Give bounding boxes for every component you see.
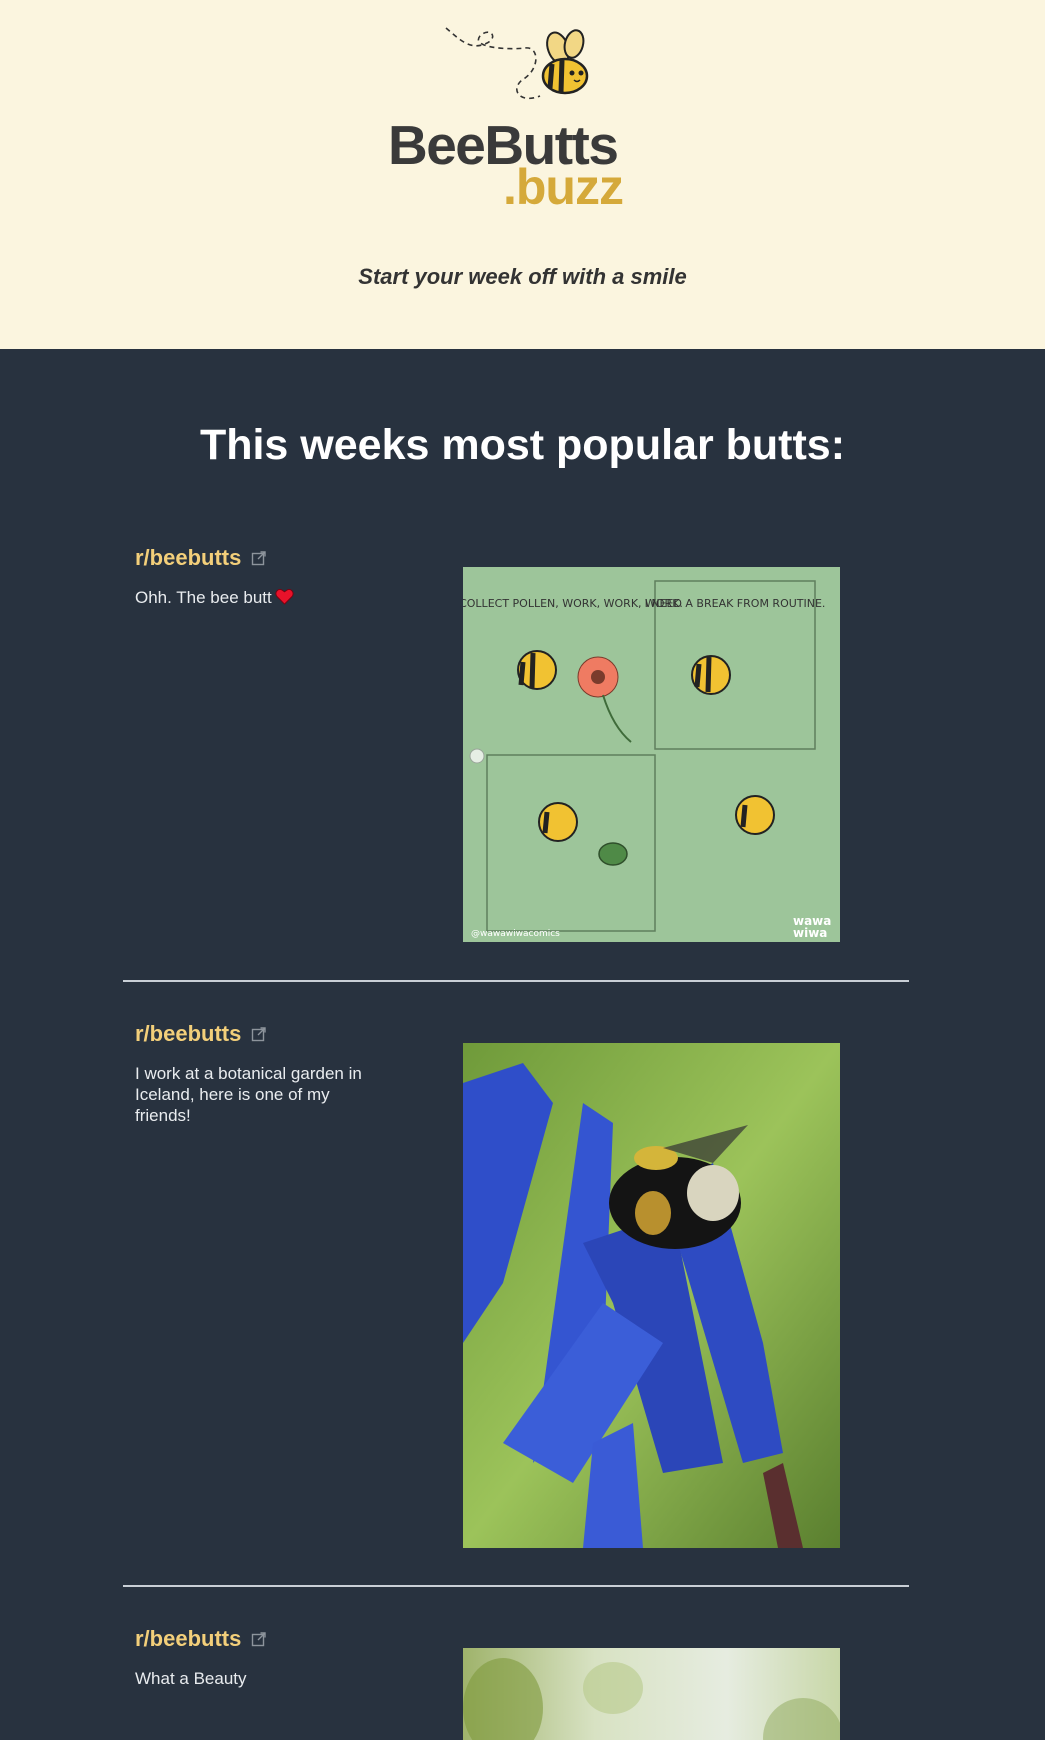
post-text: What a Beauty	[135, 1669, 247, 1688]
subreddit-label: r/beebutts	[135, 545, 242, 570]
subreddit-label: r/beebutts	[135, 1021, 242, 1046]
subreddit-label: r/beebutts	[135, 1626, 242, 1651]
comic-brand-line2: wiwa	[793, 926, 827, 940]
subreddit-link[interactable]: r/beebutts	[135, 545, 267, 571]
comic-credit: @wawawiwacomics	[471, 929, 560, 939]
bee-photo	[463, 1043, 840, 1548]
heart-icon	[275, 589, 294, 605]
divider	[123, 1585, 909, 1587]
bee-photo	[463, 1648, 840, 1740]
post-image[interactable]	[463, 1043, 840, 1548]
newsletter-header: BeeButts .buzz Start your week off with …	[0, 0, 1045, 349]
subreddit-link[interactable]: r/beebutts	[135, 1626, 267, 1652]
post-image[interactable]: COLLECT POLLEN, WORK, WORK, WORK. I NEED…	[463, 567, 840, 942]
external-link-icon	[252, 1632, 267, 1647]
tagline: Start your week off with a smile	[358, 264, 687, 289]
post-text-content: Ohh. The bee butt	[135, 588, 272, 607]
section-title: This weeks most popular butts:	[199, 421, 846, 469]
logo-domain: .buzz	[503, 159, 624, 215]
external-link-icon	[252, 1027, 267, 1042]
post-text: Ohh. The bee butt	[135, 587, 365, 608]
divider	[123, 980, 909, 982]
post-text: I work at a botanical garden in Iceland,…	[135, 1064, 362, 1125]
comic-image: COLLECT POLLEN, WORK, WORK, WORK. I NEED…	[463, 567, 840, 942]
post-image[interactable]	[463, 1648, 840, 1740]
bee-icon	[445, 27, 589, 100]
comic-panel-2-text: I NEED A BREAK FROM ROUTINE.	[645, 597, 826, 610]
subreddit-link[interactable]: r/beebutts	[135, 1021, 267, 1047]
external-link-icon	[252, 551, 267, 566]
